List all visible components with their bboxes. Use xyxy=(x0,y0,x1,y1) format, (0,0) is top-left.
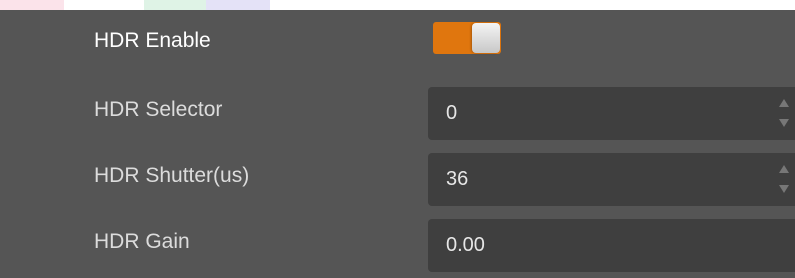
triangle-up-icon[interactable] xyxy=(779,99,789,107)
property-label: HDR Enable xyxy=(94,29,211,52)
strip-segment xyxy=(64,0,144,10)
strip-segment xyxy=(144,0,206,10)
property-label: HDR Shutter(us) xyxy=(94,164,250,187)
spin-buttons[interactable] xyxy=(777,97,791,129)
property-label: HDR Selector xyxy=(94,98,223,121)
field-value[interactable]: 0.00 xyxy=(446,219,485,272)
hdr-enable-toggle[interactable] xyxy=(433,22,501,54)
field-value[interactable]: 36 xyxy=(446,153,468,206)
strip-segment xyxy=(0,0,64,10)
hdr-shutter-field[interactable]: 36 xyxy=(428,153,795,206)
property-row-hdr-selector: HDR Selector 0 xyxy=(0,80,795,140)
triangle-down-icon[interactable] xyxy=(779,119,789,127)
toggle-knob[interactable] xyxy=(472,23,500,53)
hdr-gain-field[interactable]: 0.00 xyxy=(428,219,795,272)
triangle-up-icon[interactable] xyxy=(779,165,789,173)
field-value[interactable]: 0 xyxy=(446,87,457,140)
strip-segment xyxy=(206,0,270,10)
property-row-hdr-shutter: HDR Shutter(us) 36 xyxy=(0,146,795,206)
triangle-down-icon[interactable] xyxy=(779,185,789,193)
decorative-strip xyxy=(0,0,270,10)
property-label: HDR Gain xyxy=(94,230,190,253)
hdr-selector-field[interactable]: 0 xyxy=(428,87,795,140)
property-row-hdr-gain: HDR Gain 0.00 xyxy=(0,212,795,272)
hdr-properties-panel: HDR Enable HDR Selector 0 HDR Shutter(us… xyxy=(0,10,795,278)
spin-buttons[interactable] xyxy=(777,163,791,195)
property-row-hdr-enable: HDR Enable xyxy=(0,14,795,74)
